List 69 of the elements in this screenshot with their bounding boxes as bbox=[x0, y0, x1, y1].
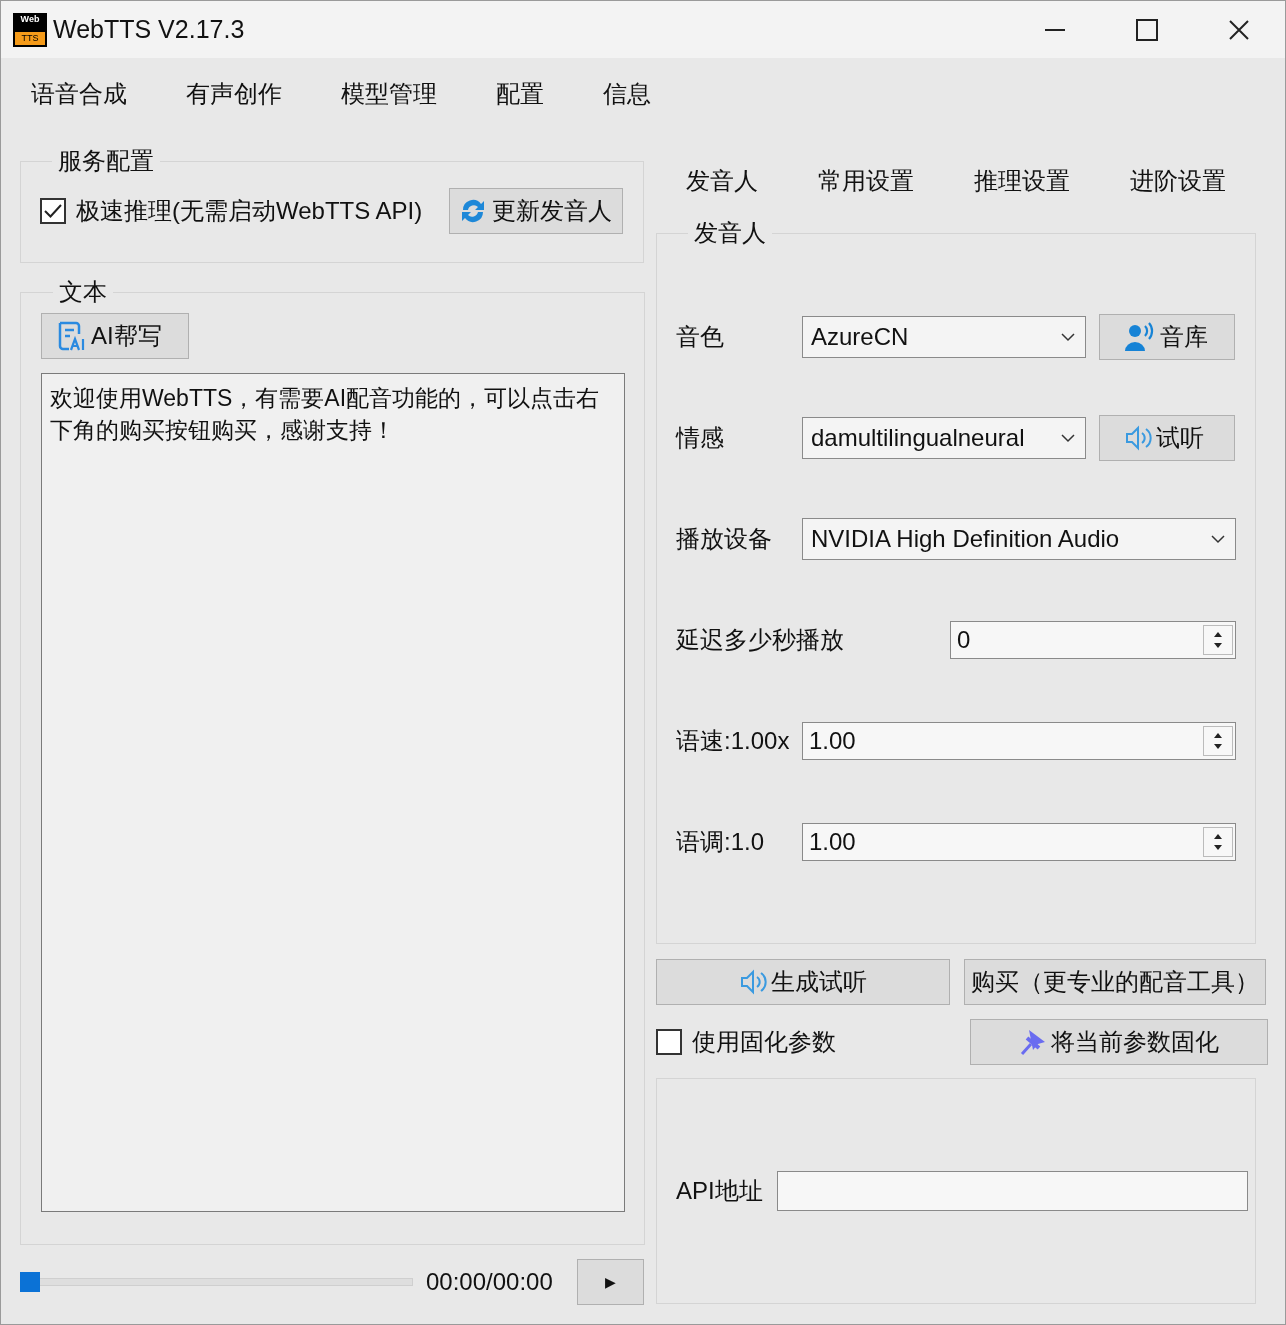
spin-box[interactable]: 1.00 bbox=[802, 722, 1236, 760]
spin-value: 0 bbox=[957, 625, 972, 655]
chevron-down-icon bbox=[1211, 534, 1225, 544]
spin-box[interactable]: 1.00 bbox=[802, 823, 1236, 861]
dropdown[interactable]: AzureCN bbox=[802, 316, 1086, 358]
check-icon bbox=[43, 203, 63, 219]
spin-up-icon bbox=[1214, 733, 1222, 738]
field-label: 情感 bbox=[676, 423, 725, 453]
ai-write-button[interactable]: AI帮写 bbox=[41, 313, 189, 359]
field-label: API地址 bbox=[676, 1176, 764, 1206]
play-button[interactable]: ▶ bbox=[577, 1259, 644, 1305]
menu-tab[interactable]: 有声创作 bbox=[186, 82, 282, 106]
settings-tab[interactable]: 常用设置 bbox=[818, 169, 914, 193]
spin-up-icon bbox=[1214, 834, 1222, 839]
time-display: 00:00/00:00 bbox=[426, 1267, 553, 1297]
dropdown-value: AzureCN bbox=[811, 322, 910, 352]
field-label: 音色 bbox=[676, 322, 725, 352]
settings-tab[interactable]: 进阶设置 bbox=[1130, 169, 1226, 193]
input-field[interactable] bbox=[777, 1171, 1248, 1211]
group-title: 服务配置 bbox=[57, 146, 155, 176]
field-label: 语速:1.00x bbox=[676, 726, 791, 756]
close-icon bbox=[1228, 18, 1250, 41]
menu-tab[interactable]: 语音合成 bbox=[31, 82, 127, 106]
spin-box[interactable]: 0 bbox=[950, 621, 1236, 659]
window-title: WebTTS V2.17.3 bbox=[53, 13, 245, 45]
spin-value: 1.00 bbox=[809, 827, 857, 857]
seek-slider[interactable] bbox=[20, 1272, 413, 1292]
buy-button[interactable]: 购买（更专业的配音工具） bbox=[964, 959, 1266, 1005]
menu-tab[interactable]: 信息 bbox=[603, 82, 651, 106]
preview-button[interactable]: 生成试听 bbox=[656, 959, 950, 1005]
spin-up-icon bbox=[1214, 632, 1222, 637]
checkbox[interactable] bbox=[656, 1029, 682, 1055]
dropdown[interactable]: NVIDIA High Definition Audio bbox=[802, 518, 1236, 560]
listen-button[interactable]: 试听 bbox=[1099, 415, 1235, 461]
settings-tab[interactable]: 推理设置 bbox=[974, 169, 1070, 193]
dropdown[interactable]: damultilingualneural bbox=[802, 417, 1086, 459]
text-area[interactable]: 欢迎使用WebTTS，有需要AI配音功能的，可以点击右下角的购买按钮购买，感谢支持！ bbox=[41, 373, 625, 1212]
field-label: 播放设备 bbox=[676, 524, 773, 554]
checkbox[interactable] bbox=[40, 198, 66, 224]
chevron-down-icon bbox=[1061, 332, 1075, 342]
document-ai-icon bbox=[57, 320, 87, 352]
spin-down-icon bbox=[1214, 845, 1222, 850]
field-label: 语调:1.0 bbox=[676, 827, 766, 857]
spin-down-icon bbox=[1214, 744, 1222, 749]
maximize-icon bbox=[1136, 18, 1158, 41]
minimize-icon bbox=[1045, 28, 1065, 31]
speaker-icon bbox=[1124, 425, 1152, 451]
checkbox-label: 极速推理(无需启动WebTTS API) bbox=[76, 196, 423, 226]
group-title: 发音人 bbox=[693, 218, 767, 248]
checkbox-label: 使用固化参数 bbox=[692, 1027, 836, 1057]
pin-icon bbox=[1019, 1028, 1047, 1056]
person-sound-icon bbox=[1124, 322, 1156, 352]
dropdown-value: NVIDIA High Definition Audio bbox=[811, 524, 1121, 554]
slider-thumb[interactable] bbox=[20, 1272, 40, 1292]
field-label: 延迟多少秒播放 bbox=[676, 625, 845, 655]
speaker-icon bbox=[739, 969, 767, 995]
spin-value: 1.00 bbox=[809, 726, 857, 756]
menu-tab[interactable]: 模型管理 bbox=[341, 82, 437, 106]
dropdown-value: damultilingualneural bbox=[811, 423, 1026, 453]
menu-tab[interactable]: 配置 bbox=[496, 82, 544, 106]
chevron-down-icon bbox=[1061, 433, 1075, 443]
group-title: 文本 bbox=[58, 277, 108, 307]
voice-library-button[interactable]: 音库 bbox=[1099, 314, 1235, 360]
logo-text: TTS bbox=[15, 31, 45, 45]
settings-tab[interactable]: 发音人 bbox=[686, 169, 758, 193]
fix-params-button[interactable]: 将当前参数固化 bbox=[970, 1019, 1268, 1065]
logo-text: Web bbox=[20, 14, 40, 24]
spin-down-icon bbox=[1214, 643, 1222, 648]
refresh-button[interactable]: 更新发音人 bbox=[449, 188, 623, 234]
